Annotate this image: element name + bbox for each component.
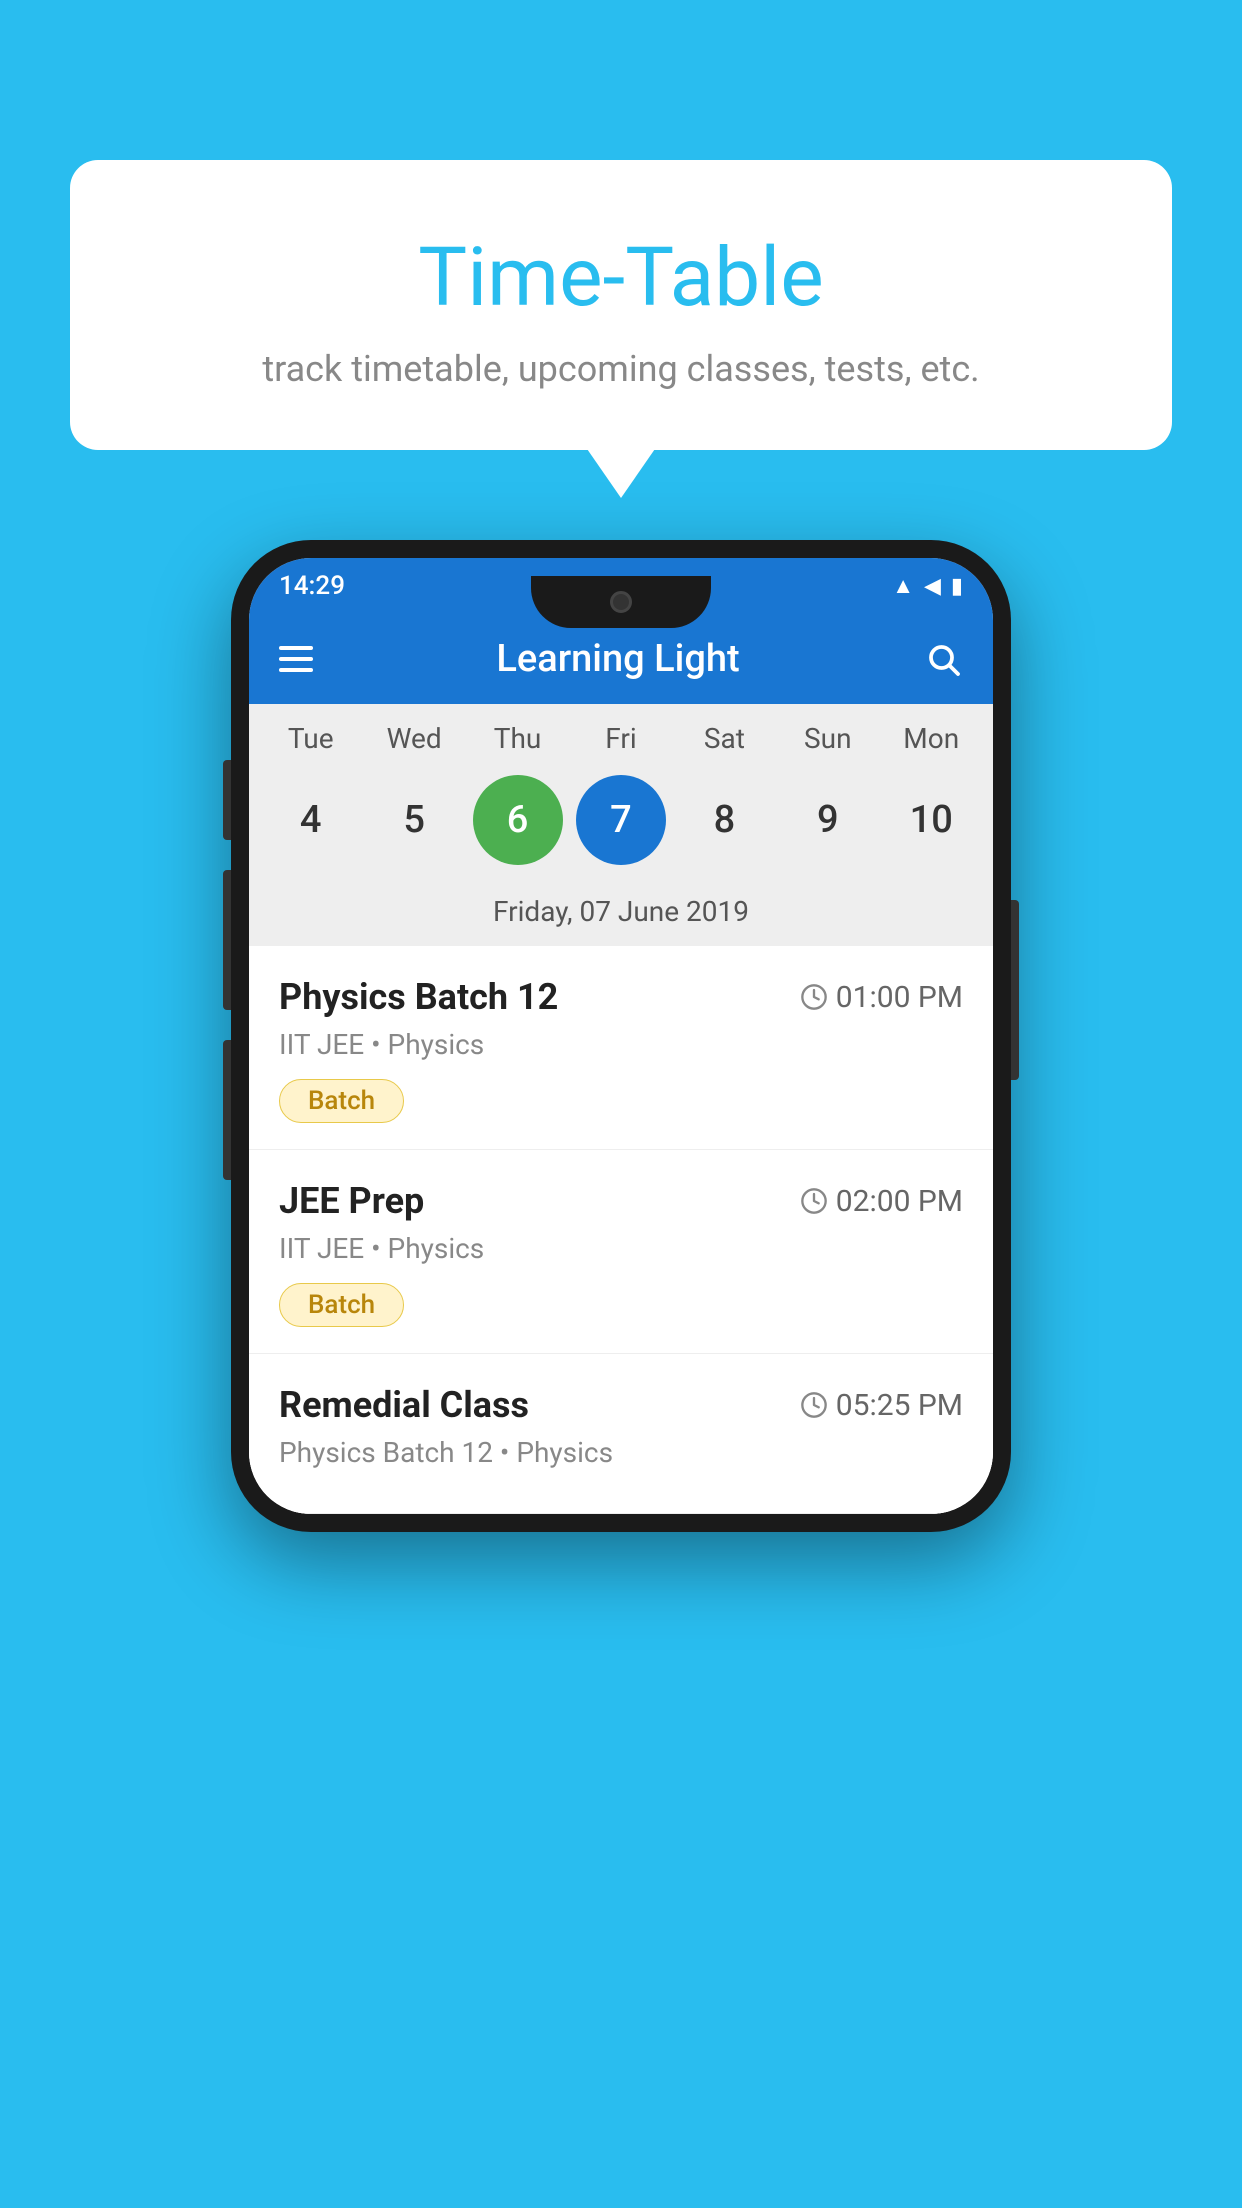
phone-screen: 14:29 ▲ ◀ ▮ Learning Light — [249, 558, 993, 1514]
clock-icon-2 — [800, 1187, 828, 1215]
schedule-item-title-2: JEE Prep — [279, 1180, 424, 1222]
schedule-item-title-3: Remedial Class — [279, 1384, 529, 1426]
phone-container: 14:29 ▲ ◀ ▮ Learning Light — [231, 540, 1011, 1532]
schedule-item-header-1: Physics Batch 12 01:00 PM — [279, 976, 963, 1018]
schedule-item-meta-3: Physics Batch 12 • Physics — [279, 1436, 963, 1469]
phone-side-btn-right — [1011, 900, 1019, 1080]
phone-side-btn — [223, 760, 231, 840]
day-name-sun: Sun — [783, 722, 873, 755]
day-numbers-row: 4 5 6 7 8 9 10 — [249, 765, 993, 885]
day-7-selected[interactable]: 7 — [576, 775, 666, 865]
day-10[interactable]: 10 — [886, 775, 976, 865]
day-name-sat: Sat — [679, 722, 769, 755]
phone-notch — [531, 576, 711, 628]
status-icons: ▲ ◀ ▮ — [892, 573, 963, 599]
schedule-item-time-3: 05:25 PM — [800, 1388, 963, 1423]
phone-frame: 14:29 ▲ ◀ ▮ Learning Light — [231, 540, 1011, 1532]
signal-icon: ◀ — [924, 574, 941, 599]
wifi-icon: ▲ — [892, 573, 914, 599]
day-5[interactable]: 5 — [369, 775, 459, 865]
day-name-fri: Fri — [576, 722, 666, 755]
schedule-item-title-1: Physics Batch 12 — [279, 976, 558, 1018]
schedule-item-time-2: 02:00 PM — [800, 1184, 963, 1219]
phone-side-btn-vol-up — [223, 870, 231, 1010]
bubble-subtitle: track timetable, upcoming classes, tests… — [130, 348, 1112, 390]
battery-icon: ▮ — [951, 574, 963, 599]
clock-icon-3 — [800, 1391, 828, 1419]
schedule-item-meta-2: IIT JEE • Physics — [279, 1232, 963, 1265]
schedule-item-header-3: Remedial Class 05:25 PM — [279, 1384, 963, 1426]
hamburger-line-3 — [279, 668, 313, 672]
schedule-list: Physics Batch 12 01:00 PM IIT JEE • Phys… — [249, 946, 993, 1514]
search-button[interactable] — [923, 639, 963, 679]
clock-icon-1 — [800, 983, 828, 1011]
schedule-item-time-1: 01:00 PM — [800, 980, 963, 1015]
app-title: Learning Light — [496, 637, 739, 681]
batch-badge-2: Batch — [279, 1283, 404, 1327]
bubble-title: Time-Table — [130, 230, 1112, 326]
phone-camera — [610, 591, 632, 613]
day-name-thu: Thu — [473, 722, 563, 755]
hamburger-line-1 — [279, 646, 313, 650]
day-6-today[interactable]: 6 — [473, 775, 563, 865]
status-time: 14:29 — [279, 571, 345, 601]
schedule-item-remedial[interactable]: Remedial Class 05:25 PM Physics Batch 12… — [249, 1354, 993, 1514]
calendar-week: Tue Wed Thu Fri Sat Sun Mon 4 5 6 7 8 9 … — [249, 704, 993, 946]
day-name-mon: Mon — [886, 722, 976, 755]
selected-date-label: Friday, 07 June 2019 — [249, 885, 993, 946]
day-name-wed: Wed — [369, 722, 459, 755]
day-8[interactable]: 8 — [679, 775, 769, 865]
batch-badge-1: Batch — [279, 1079, 404, 1123]
hamburger-menu-icon[interactable] — [279, 646, 313, 672]
phone-side-btn-vol-down — [223, 1040, 231, 1180]
hamburger-line-2 — [279, 657, 313, 661]
day-4[interactable]: 4 — [266, 775, 356, 865]
schedule-item-jee-prep[interactable]: JEE Prep 02:00 PM IIT JEE • Physics Batc… — [249, 1150, 993, 1354]
schedule-item-header-2: JEE Prep 02:00 PM — [279, 1180, 963, 1222]
day-names-row: Tue Wed Thu Fri Sat Sun Mon — [249, 722, 993, 765]
day-name-tue: Tue — [266, 722, 356, 755]
day-9[interactable]: 9 — [783, 775, 873, 865]
speech-bubble: Time-Table track timetable, upcoming cla… — [70, 160, 1172, 450]
schedule-item-meta-1: IIT JEE • Physics — [279, 1028, 963, 1061]
schedule-item-physics-batch[interactable]: Physics Batch 12 01:00 PM IIT JEE • Phys… — [249, 946, 993, 1150]
speech-bubble-container: Time-Table track timetable, upcoming cla… — [70, 160, 1172, 450]
